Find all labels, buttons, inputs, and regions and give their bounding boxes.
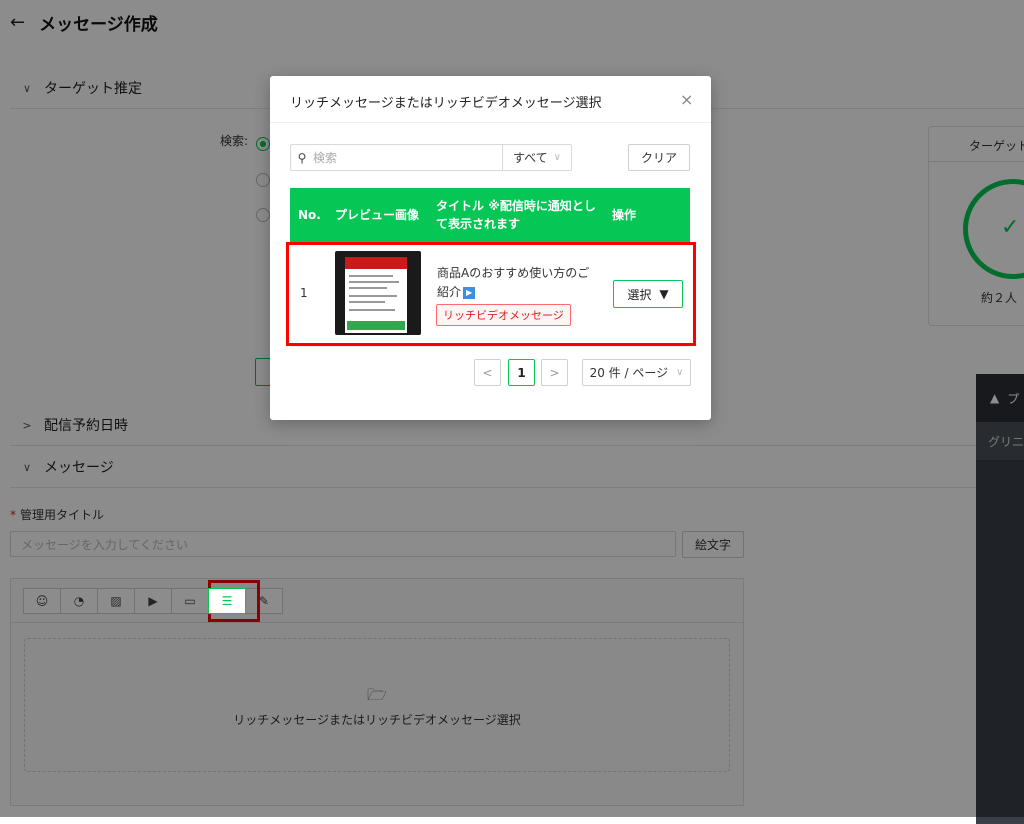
column-header-title: タイトル ※配信時に通知として表示されます [436,199,596,231]
search-input[interactable]: 検索 [313,149,502,166]
page-size-select[interactable]: 20 件 / ページ ∨ [582,359,691,386]
filter-select[interactable]: すべて ∨ [503,149,571,166]
column-header-preview: プレビュー画像 [335,208,420,222]
filter-value: すべて [512,151,548,165]
column-header-no: No. [298,208,321,222]
modal-title: リッチメッセージまたはリッチビデオメッセージ選択 [290,96,602,111]
search-bar: ⚲ 検索 すべて ∨ [290,144,572,171]
prev-page-button[interactable]: < [474,359,501,386]
page-size-value: 20 件 / ページ [589,366,669,380]
chevron-down-icon: ∨ [553,152,561,163]
table-header: No. プレビュー画像 タイトル ※配信時に通知として表示されます 操作 [290,188,690,242]
page-1-button[interactable]: 1 [508,359,535,386]
next-page-button[interactable]: > [541,359,568,386]
chevron-down-icon: ∨ [676,367,684,378]
column-header-action: 操作 [612,208,637,222]
modal-divider [270,122,711,123]
close-icon[interactable]: × [680,90,693,109]
select-message-modal: リッチメッセージまたはリッチビデオメッセージ選択 × ⚲ 検索 すべて ∨ クリ… [270,76,711,420]
highlight-box-row [286,242,696,346]
search-icon: ⚲ [297,150,307,165]
rich-message-icon[interactable]: ☰ [208,588,246,614]
clear-button[interactable]: クリア [628,144,690,171]
